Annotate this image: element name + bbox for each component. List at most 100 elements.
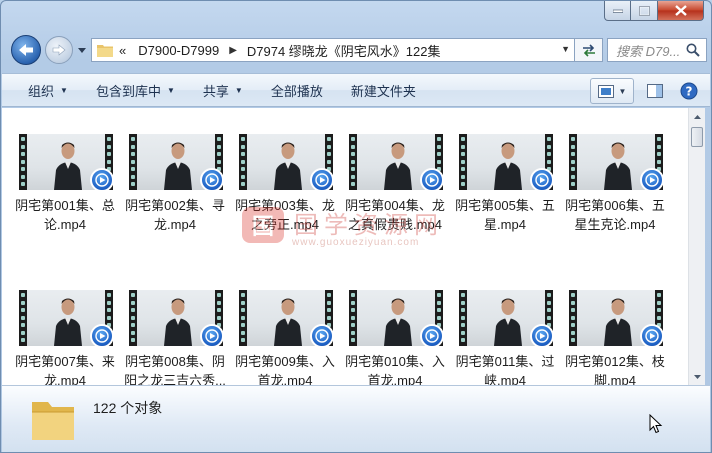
file-item[interactable]: 阴宅第012集、枝脚.mp4 — [560, 286, 670, 385]
organize-label: 组织 — [28, 83, 55, 99]
scroll-thumb[interactable] — [691, 127, 703, 147]
media-player-icon — [530, 324, 554, 348]
minimize-button[interactable] — [604, 1, 631, 21]
breadcrumb-item-parent[interactable]: D7900-D7999 — [138, 43, 219, 58]
media-player-icon — [420, 168, 444, 192]
chevron-down-icon[interactable]: ▼ — [619, 87, 627, 96]
file-name: 阴宅第011集、过峡.mp4 — [455, 354, 555, 385]
file-name: 阴宅第002集、寻龙.mp4 — [125, 198, 225, 232]
file-item[interactable]: 阴宅第006集、五星生克论.mp4 — [560, 130, 670, 280]
svg-text:?: ? — [686, 85, 693, 99]
file-name: 阴宅第005集、五星.mp4 — [455, 198, 555, 232]
film-sprocket — [569, 290, 577, 346]
breadcrumb-item-current[interactable]: D7974 缪晓龙《阴宅风水》122集 — [247, 41, 441, 60]
mouse-cursor-icon — [649, 413, 663, 437]
media-player-icon — [420, 324, 444, 348]
search-icon[interactable] — [686, 43, 700, 60]
breadcrumb-separator-icon[interactable]: ▶ — [229, 45, 237, 56]
minimize-icon — [612, 9, 623, 13]
item-count: 122 个对象 — [93, 400, 163, 416]
file-item[interactable]: 阴宅第005集、五星.mp4 — [450, 130, 560, 280]
presenter-figure — [54, 298, 82, 346]
file-name: 阴宅第001集、总论.mp4 — [15, 198, 115, 232]
chevron-down-icon: ▼ — [60, 85, 68, 95]
maximize-button[interactable] — [631, 1, 658, 21]
folder-icon — [97, 43, 113, 57]
file-item[interactable]: 阴宅第008集、阴阳之龙三吉六秀... — [120, 286, 230, 385]
command-bar: 组织 ▼ 包含到库中 ▼ 共享 ▼ 全部播放 新建文件夹 ▼ ? — [2, 73, 710, 107]
vertical-scrollbar[interactable] — [688, 108, 705, 385]
media-player-icon — [640, 168, 664, 192]
media-player-icon — [640, 324, 664, 348]
breadcrumb-overflow[interactable]: « — [119, 43, 126, 58]
film-sprocket — [349, 134, 357, 190]
scroll-down-button[interactable] — [689, 368, 706, 385]
arrow-right-icon — [52, 44, 66, 56]
explorer-window: « D7900-D7999 ▶ D7974 缪晓龙《阴宅风水》122集 ▼ 搜索… — [0, 0, 712, 453]
maximize-icon — [638, 5, 650, 16]
media-player-icon — [310, 324, 334, 348]
new-folder-button[interactable]: 新建文件夹 — [341, 74, 426, 106]
address-bar[interactable]: « D7900-D7999 ▶ D7974 缪晓龙《阴宅风水》122集 ▼ — [91, 38, 575, 62]
file-item[interactable]: 阴宅第007集、来龙.mp4 — [10, 286, 120, 385]
presenter-figure — [54, 142, 82, 190]
presenter-figure — [494, 298, 522, 346]
film-sprocket — [569, 134, 577, 190]
file-item[interactable]: 阴宅第003集、龙之旁正.mp4 — [230, 130, 340, 280]
media-player-icon — [90, 324, 114, 348]
close-button[interactable] — [658, 1, 704, 21]
new-folder-label: 新建文件夹 — [350, 83, 416, 99]
refresh-button[interactable] — [575, 38, 603, 62]
media-player-icon — [200, 168, 224, 192]
media-player-icon — [310, 168, 334, 192]
film-sprocket — [239, 290, 247, 346]
film-sprocket — [239, 134, 247, 190]
file-item[interactable]: 阴宅第010集、入首龙.mp4 — [340, 286, 450, 385]
presenter-figure — [604, 142, 632, 190]
file-name: 阴宅第007集、来龙.mp4 — [15, 354, 115, 385]
media-player-icon — [200, 324, 224, 348]
film-sprocket — [349, 290, 357, 346]
file-item[interactable]: 阴宅第001集、总论.mp4 — [10, 130, 120, 280]
file-list[interactable]: 阴宅第001集、总论.mp4 阴宅第002集、寻龙.mp4 阴宅第003集、龙之旁正… — [2, 108, 688, 385]
file-item[interactable]: 阴宅第009集、入首龙.mp4 — [230, 286, 340, 385]
chevron-down-icon — [694, 374, 701, 379]
play-all-button[interactable]: 全部播放 — [261, 74, 333, 106]
search-input[interactable]: 搜索 D79... — [607, 38, 707, 62]
forward-button[interactable] — [45, 36, 73, 64]
change-view-button[interactable]: ▼ — [590, 78, 634, 104]
help-button[interactable]: ? — [676, 78, 702, 104]
folder-icon — [30, 394, 76, 442]
chevron-down-icon — [78, 47, 86, 53]
chevron-up-icon — [694, 114, 701, 119]
presenter-figure — [274, 298, 302, 346]
scroll-up-button[interactable] — [689, 108, 706, 125]
share-label: 共享 — [202, 83, 229, 99]
include-library-menu[interactable]: 包含到库中 ▼ — [86, 74, 185, 106]
back-button[interactable] — [11, 35, 41, 65]
share-menu[interactable]: 共享 ▼ — [193, 74, 253, 106]
breadcrumb: « D7900-D7999 ▶ D7974 缪晓龙《阴宅风水》122集 — [119, 41, 441, 60]
presenter-figure — [164, 298, 192, 346]
file-name: 阴宅第010集、入首龙.mp4 — [345, 354, 445, 385]
presenter-figure — [274, 142, 302, 190]
recent-pages-dropdown[interactable] — [77, 44, 87, 56]
file-item[interactable]: 阴宅第011集、过峡.mp4 — [450, 286, 560, 385]
help-icon: ? — [680, 82, 698, 100]
film-sprocket — [129, 290, 137, 346]
view-icon — [597, 84, 614, 98]
media-player-icon — [530, 168, 554, 192]
film-sprocket — [129, 134, 137, 190]
file-name: 阴宅第004集、龙之真假贵贱.mp4 — [345, 198, 445, 232]
preview-pane-button[interactable] — [642, 78, 668, 104]
file-name: 阴宅第008集、阴阳之龙三吉六秀... — [124, 354, 226, 385]
organize-menu[interactable]: 组织 ▼ — [18, 74, 78, 106]
film-sprocket — [19, 290, 27, 346]
address-dropdown-icon[interactable]: ▼ — [561, 44, 570, 54]
presenter-figure — [384, 298, 412, 346]
file-item[interactable]: 阴宅第002集、寻龙.mp4 — [120, 130, 230, 280]
chevron-down-icon: ▼ — [234, 85, 243, 95]
file-name: 阴宅第003集、龙之旁正.mp4 — [235, 198, 335, 232]
address-row: « D7900-D7999 ▶ D7974 缪晓龙《阴宅风水》122集 ▼ 搜索… — [9, 35, 707, 67]
file-item[interactable]: 阴宅第004集、龙之真假贵贱.mp4 — [340, 130, 450, 280]
